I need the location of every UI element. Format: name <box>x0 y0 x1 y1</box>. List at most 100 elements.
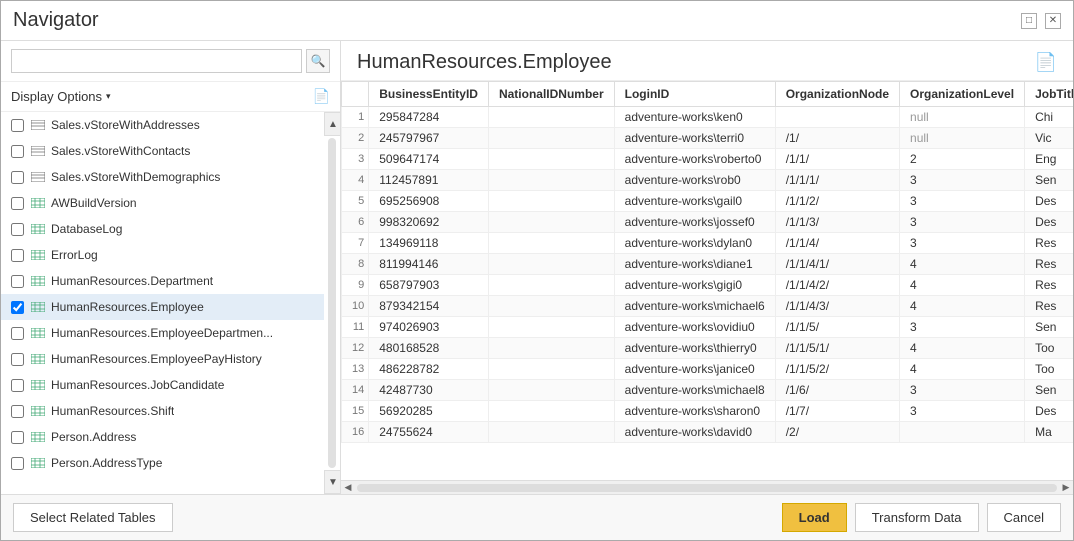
col-header[interactable]: OrganizationLevel <box>900 82 1025 107</box>
item-label: HumanResources.JobCandidate <box>51 378 224 392</box>
cell-jobtitle: Too <box>1025 338 1073 359</box>
col-header[interactable]: OrganizationNode <box>775 82 899 107</box>
item-label: Person.AddressType <box>51 456 162 470</box>
item-checkbox[interactable] <box>11 301 24 314</box>
sidebar-list[interactable]: Sales.vStoreWithAddresses Sales.vStoreWit… <box>1 112 324 494</box>
sidebar-item[interactable]: Sales.vStoreWithDemographics <box>1 164 324 190</box>
chevron-down-icon: ▾ <box>106 91 111 102</box>
table-scroll-wrapper[interactable]: BusinessEntityIDNationalIDNumberLoginIDO… <box>341 81 1073 480</box>
search-input[interactable] <box>11 49 302 73</box>
col-header[interactable]: NationalIDNumber <box>488 82 614 107</box>
sidebar-item[interactable]: HumanResources.JobCandidate <box>1 372 324 398</box>
scroll-right-button[interactable]: ▶ <box>1059 481 1073 495</box>
sidebar-item[interactable]: Person.Address <box>1 424 324 450</box>
item-checkbox[interactable] <box>11 249 24 262</box>
cell-nationalidnumber <box>488 254 614 275</box>
cell-organizationlevel: 3 <box>900 191 1025 212</box>
cell-loginid: adventure-works\ovidiu0 <box>614 317 775 338</box>
item-checkbox[interactable] <box>11 431 24 444</box>
cell-loginid: adventure-works\roberto0 <box>614 149 775 170</box>
cell-businessentityid: 879342154 <box>369 296 489 317</box>
search-button[interactable]: 🔍 <box>306 49 330 73</box>
view-icon <box>30 145 46 157</box>
sidebar-list-area: Sales.vStoreWithAddresses Sales.vStoreWit… <box>1 112 340 494</box>
table-icon <box>30 327 46 339</box>
cell-nationalidnumber <box>488 296 614 317</box>
sidebar-item[interactable]: Sales.vStoreWithAddresses <box>1 112 324 138</box>
cell-organizationlevel: 3 <box>900 401 1025 422</box>
sidebar-item[interactable]: ErrorLog <box>1 242 324 268</box>
item-label: HumanResources.Department <box>51 274 213 288</box>
cell-jobtitle: Des <box>1025 212 1073 233</box>
minimize-button[interactable]: □ <box>1021 13 1037 29</box>
cell-organizationnode: /1/1/5/2/ <box>775 359 899 380</box>
item-checkbox[interactable] <box>11 145 24 158</box>
sidebar-item[interactable]: Person.AddressType <box>1 450 324 476</box>
col-header[interactable]: LoginID <box>614 82 775 107</box>
col-header[interactable]: BusinessEntityID <box>369 82 489 107</box>
sidebar-item[interactable]: Sales.vStoreWithContacts <box>1 138 324 164</box>
cell-loginid: adventure-works\thierry0 <box>614 338 775 359</box>
horizontal-scrollbar[interactable]: ◀ ▶ <box>341 480 1073 494</box>
item-checkbox[interactable] <box>11 119 24 132</box>
item-checkbox[interactable] <box>11 171 24 184</box>
cell-organizationnode: /1/1/ <box>775 149 899 170</box>
cell-businessentityid: 486228782 <box>369 359 489 380</box>
load-button[interactable]: Load <box>782 503 847 532</box>
item-checkbox[interactable] <box>11 457 24 470</box>
row-number: 8 <box>342 254 369 275</box>
col-header[interactable]: JobTitl <box>1025 82 1073 107</box>
sidebar-item[interactable]: DatabaseLog <box>1 216 324 242</box>
cell-nationalidnumber <box>488 380 614 401</box>
scroll-left-button[interactable]: ◀ <box>341 481 355 495</box>
window-controls: □ ✕ <box>1021 13 1061 29</box>
item-checkbox[interactable] <box>11 327 24 340</box>
item-checkbox[interactable] <box>11 405 24 418</box>
scroll-up-button[interactable]: ▲ <box>324 112 340 136</box>
row-number: 11 <box>342 317 369 338</box>
cancel-button[interactable]: Cancel <box>987 503 1061 532</box>
sidebar-item[interactable]: HumanResources.Employee <box>1 294 324 320</box>
sidebar-scroll-arrows: ▲ ▼ <box>324 112 340 494</box>
view-icon <box>30 171 46 183</box>
sidebar-item[interactable]: HumanResources.EmployeePayHistory <box>1 346 324 372</box>
row-number: 14 <box>342 380 369 401</box>
row-number: 4 <box>342 170 369 191</box>
sidebar-item[interactable]: HumanResources.EmployeeDepartmen... <box>1 320 324 346</box>
row-number: 6 <box>342 212 369 233</box>
sidebar-item[interactable]: HumanResources.Shift <box>1 398 324 424</box>
item-checkbox[interactable] <box>11 379 24 392</box>
cell-loginid: adventure-works\gigi0 <box>614 275 775 296</box>
sidebar-item[interactable]: AWBuildVersion <box>1 190 324 216</box>
cell-businessentityid: 112457891 <box>369 170 489 191</box>
scroll-track[interactable] <box>357 484 1057 492</box>
item-label: Sales.vStoreWithAddresses <box>51 118 200 132</box>
close-button[interactable]: ✕ <box>1045 13 1061 29</box>
select-related-tables-button[interactable]: Select Related Tables <box>13 503 173 532</box>
cell-businessentityid: 695256908 <box>369 191 489 212</box>
sidebar-item[interactable]: HumanResources.Department <box>1 268 324 294</box>
display-options-button[interactable]: Display Options ▾ <box>11 89 111 104</box>
cell-loginid: adventure-works\diane1 <box>614 254 775 275</box>
item-checkbox[interactable] <box>11 197 24 210</box>
scroll-down-button[interactable]: ▼ <box>324 470 340 494</box>
cell-loginid: adventure-works\sharon0 <box>614 401 775 422</box>
item-label: HumanResources.Employee <box>51 300 204 314</box>
document-icon[interactable]: 📄 <box>1035 52 1057 73</box>
cell-jobtitle: Sen <box>1025 317 1073 338</box>
cell-jobtitle: Eng <box>1025 149 1073 170</box>
cell-organizationnode: /1/1/5/ <box>775 317 899 338</box>
row-number: 12 <box>342 338 369 359</box>
item-label: Person.Address <box>51 430 136 444</box>
cell-loginid: adventure-works\terri0 <box>614 128 775 149</box>
cell-organizationnode: /2/ <box>775 422 899 443</box>
table-row: 11974026903adventure-works\ovidiu0/1/1/5… <box>342 317 1074 338</box>
item-checkbox[interactable] <box>11 223 24 236</box>
data-table: BusinessEntityIDNationalIDNumberLoginIDO… <box>341 81 1073 443</box>
cell-nationalidnumber <box>488 338 614 359</box>
refresh-icon[interactable]: 📄 <box>313 88 330 105</box>
cell-organizationlevel: 3 <box>900 170 1025 191</box>
transform-data-button[interactable]: Transform Data <box>855 503 979 532</box>
item-checkbox[interactable] <box>11 275 24 288</box>
item-checkbox[interactable] <box>11 353 24 366</box>
